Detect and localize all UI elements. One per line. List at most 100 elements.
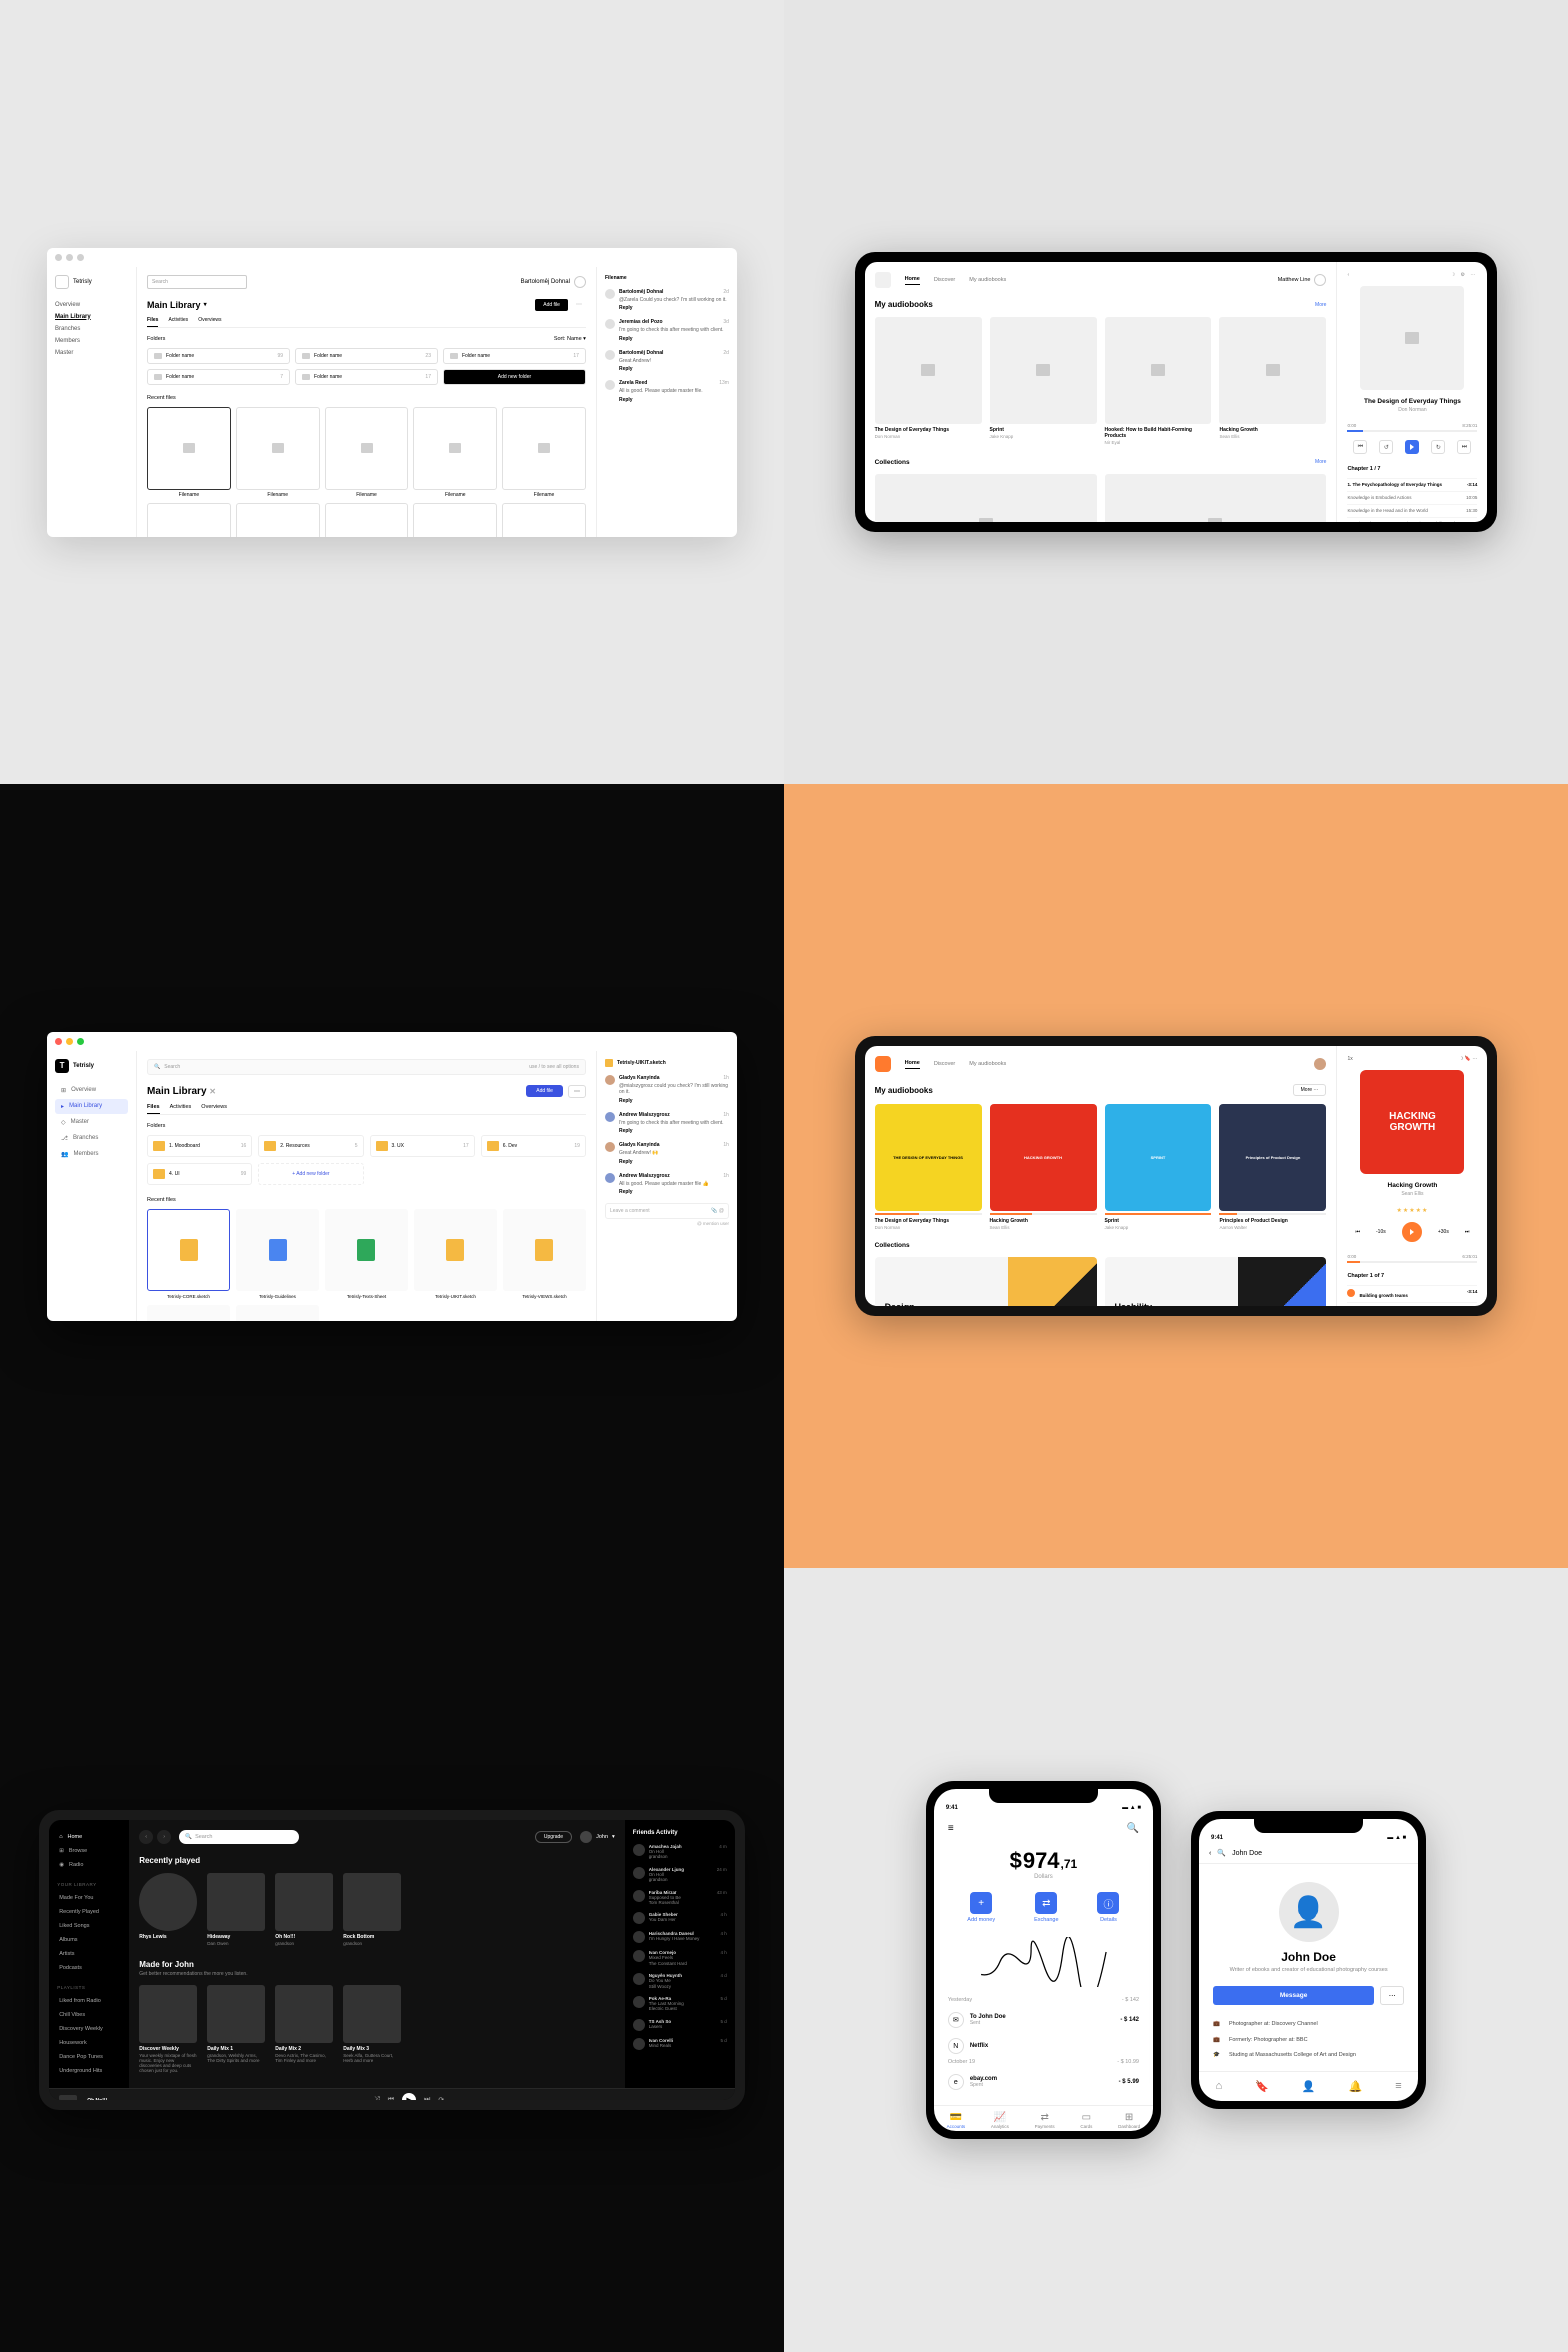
file-item[interactable]: Filename — [325, 503, 409, 536]
friend-item[interactable]: Alexander Ljung24 mOn Hollgrandson — [633, 1867, 727, 1883]
back-icon[interactable]: ‹ — [1347, 272, 1349, 278]
tab-accounts[interactable]: 💳Accounts — [947, 2112, 966, 2129]
sort-dropdown[interactable]: Sort: Name ▾ — [554, 336, 586, 342]
more-icon[interactable]: ⋯ — [568, 1085, 586, 1098]
book-item[interactable]: The Design of Everyday ThingsDon Norman — [875, 317, 982, 445]
made-item[interactable]: Discover WeeklyYour weekly mixtape of fr… — [139, 1985, 197, 2073]
now-playing-thumb[interactable] — [59, 2095, 77, 2101]
file-item[interactable]: Filename — [413, 503, 497, 536]
nav-home[interactable]: ⌂Home — [57, 1830, 121, 1844]
nav-home[interactable]: Home — [905, 276, 920, 285]
chapter-item[interactable]: Knowledge is Embodied Actions10:05 — [1347, 491, 1477, 504]
folder-item[interactable]: Folder name17 — [295, 369, 438, 385]
chapter-item[interactable]: Building growth teams-3:14 — [1347, 1285, 1477, 1302]
nav-discover[interactable]: Discover — [934, 277, 955, 283]
user-menu[interactable]: John ▾ — [580, 1831, 615, 1843]
friend-item[interactable]: Gabie Sheber4 hYou Dam Her — [633, 1912, 727, 1924]
play-button[interactable] — [1402, 1222, 1422, 1242]
user-menu[interactable]: Matthew Line — [1278, 274, 1327, 286]
friend-item[interactable]: TS Ash So5 dLasers — [633, 2019, 727, 2031]
file-item[interactable]: Tetrisly-Texts-Sheet — [325, 1209, 408, 1300]
collection-item[interactable] — [875, 474, 1097, 522]
details-button[interactable]: ⓘDetails — [1097, 1892, 1119, 1923]
chapter-item[interactable]: 1. The Psychopathology of Everyday Thing… — [1347, 478, 1477, 491]
add-money-button[interactable]: +Add money — [967, 1892, 995, 1923]
nav-audiobooks[interactable]: My audiobooks — [969, 277, 1006, 283]
nav-main-library[interactable]: ▸Main Library — [55, 1099, 128, 1114]
nav-branches[interactable]: ⎇Branches — [55, 1131, 128, 1146]
friend-item[interactable]: Amachea Jajah4 mOn Hollgrandson — [633, 1844, 727, 1860]
transaction-item[interactable]: ✉To John DoeSent- $ 142 — [948, 2007, 1139, 2033]
recent-item[interactable]: Rhys Lewis — [139, 1873, 197, 1946]
book-item[interactable]: Hacking GrowthSean Ellis — [1219, 317, 1326, 445]
folder-item[interactable]: 3. UX17 — [370, 1135, 475, 1157]
friend-item[interactable]: Pok Ae-Ra5 dThe Last MorningElectric Gue… — [633, 1996, 727, 2012]
tab-cards[interactable]: ▭Cards — [1080, 2112, 1092, 2129]
nav-master[interactable]: Master — [55, 347, 128, 359]
collection-usability[interactable]: Usability — [1105, 1257, 1327, 1306]
made-item[interactable]: Daily Mix 2Devo Actrix, The Casimo, Tim … — [275, 1985, 333, 2073]
book-item[interactable]: Hooked: How to Build Habit-Forming Produ… — [1105, 317, 1212, 445]
recent-item[interactable]: HideawayDan Owen — [207, 1873, 265, 1946]
nav-home[interactable]: Home — [905, 1060, 920, 1069]
reply-button[interactable]: Reply — [619, 305, 729, 311]
tab-profile-icon[interactable]: 👤 — [1302, 2080, 1316, 2093]
folder-item[interactable]: Folder name7 — [147, 369, 290, 385]
nav-browse[interactable]: ⊞Browse — [57, 1844, 121, 1858]
progress-bar[interactable] — [1347, 430, 1477, 432]
book-item[interactable]: HACKING GROWTH.c4-book:nth-child(2) .c4-… — [990, 1104, 1097, 1230]
back-button[interactable]: ‹ — [139, 1830, 153, 1844]
back-icon[interactable]: ‹ — [1209, 1850, 1211, 1857]
more-button[interactable]: More ⋯ — [1293, 1084, 1327, 1096]
add-file-button[interactable]: Add file — [526, 1085, 563, 1097]
file-item[interactable]: Tetrisly-VIEWS.sketch — [503, 1209, 586, 1300]
recent-item[interactable]: Oh No!!!grandson — [275, 1873, 333, 1946]
file-item[interactable]: Filename — [413, 407, 497, 499]
recent-item[interactable]: Rock Bottomgrandson — [343, 1873, 401, 1946]
tab-activities[interactable]: Activities — [168, 317, 188, 323]
nav-audiobooks[interactable]: My audiobooks — [969, 1061, 1006, 1067]
tab-bookmark-icon[interactable]: 🔖 — [1255, 2080, 1269, 2093]
friend-item[interactable]: Ivan Cornejo4 hMixed FeelsThe Constant H… — [633, 1950, 727, 1966]
tab-dashboard[interactable]: ⊞Dashboard — [1118, 2112, 1140, 2129]
shuffle-icon[interactable]: ⤨ — [374, 2096, 380, 2100]
file-item[interactable]: Filename — [147, 503, 231, 536]
chapter-item[interactable]: • Determining if your product is must-ha… — [1347, 1302, 1477, 1306]
folder-item[interactable]: 1. Moodboard16 — [147, 1135, 252, 1157]
book-item[interactable]: THE DESIGN OF EVERYDAY THINGS.c4-book:nt… — [875, 1104, 982, 1230]
nav-branches[interactable]: Branches — [55, 323, 128, 335]
file-item[interactable]: Filename — [236, 407, 320, 499]
next-button[interactable]: ⏭ — [1457, 440, 1471, 454]
prev-button[interactable]: ⏮ — [1355, 1229, 1360, 1235]
file-item[interactable]: Filename — [236, 503, 320, 536]
menu-icon[interactable]: ≡ — [948, 1823, 954, 1834]
book-item[interactable]: SprintJake Knapp — [990, 317, 1097, 445]
add-folder-button[interactable]: Add new folder — [443, 369, 586, 385]
tab-analytics[interactable]: 📈Analytics — [991, 2112, 1009, 2129]
folder-item[interactable]: 6. Dev19 — [481, 1135, 586, 1157]
chapter-item[interactable]: Knowledge in the Head and in the World15… — [1347, 504, 1477, 517]
friend-item[interactable]: Ivan Corelli5 dMind Reals — [633, 2038, 727, 2050]
page-title[interactable]: Main Library ▾ — [147, 300, 207, 310]
folder-item[interactable]: Folder name17 — [443, 348, 586, 364]
forward-button[interactable]: ↻ — [1431, 440, 1445, 454]
file-item[interactable]: Filename — [147, 407, 231, 499]
tab-activities[interactable]: Activities — [170, 1104, 192, 1110]
exchange-button[interactable]: ⇄Exchange — [1034, 1892, 1058, 1923]
file-item[interactable]: RES-Guidelines.sketch — [236, 1305, 319, 1320]
upgrade-button[interactable]: Upgrade — [535, 1831, 572, 1843]
repeat-icon[interactable]: ⟳ — [438, 2096, 444, 2100]
folder-item[interactable]: Folder name23 — [295, 348, 438, 364]
avatar[interactable] — [1314, 1058, 1326, 1070]
file-item[interactable]: Filename — [502, 503, 586, 536]
more-link[interactable]: More — [1315, 302, 1326, 308]
chapter-item[interactable]: Knowing What to Do: Constraints, Discove… — [1347, 517, 1477, 522]
message-button[interactable]: Message — [1213, 1986, 1374, 2005]
transaction-item[interactable]: NNetflix — [948, 2033, 1139, 2059]
next-button[interactable]: ⏭ — [1465, 1229, 1470, 1235]
more-icon[interactable]: ⋯ — [572, 301, 586, 308]
user-menu[interactable]: Bartolomêj Dohnal — [521, 276, 586, 288]
add-file-button[interactable]: Add file — [535, 299, 568, 311]
add-folder-button[interactable]: + Add new folder — [258, 1163, 363, 1185]
prev-button[interactable]: ⏮ — [1353, 440, 1367, 454]
